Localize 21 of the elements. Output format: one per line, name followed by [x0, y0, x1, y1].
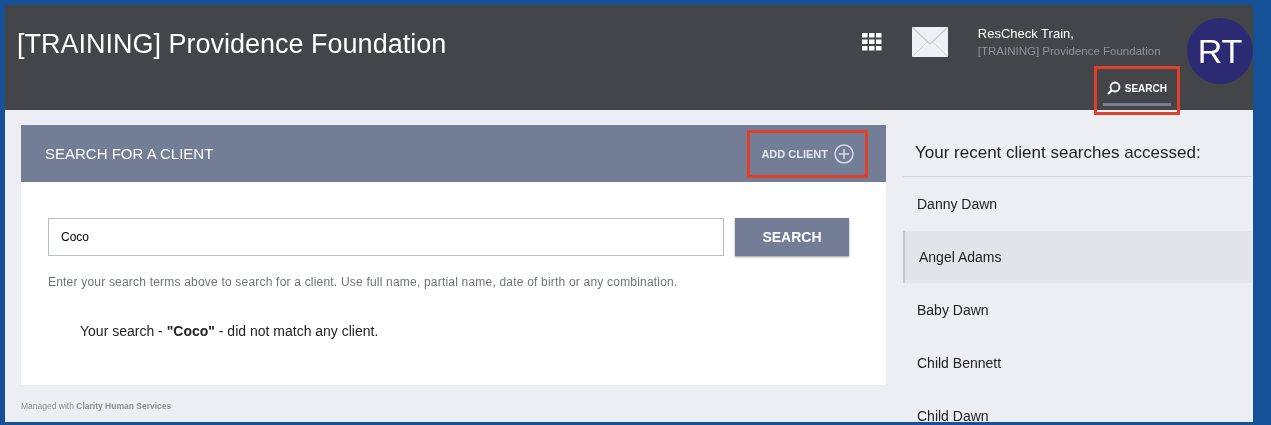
no-results-message: Your search - "Coco" - did not match any client. — [80, 323, 380, 339]
panel-title: SEARCH FOR A CLIENT — [45, 145, 214, 162]
recent-client-item[interactable]: Angel Adams — [903, 231, 1252, 283]
envelope-icon[interactable] — [911, 27, 948, 57]
search-field[interactable]: Coco — [48, 218, 724, 256]
apps-grid-icon[interactable] — [861, 33, 882, 51]
plus-circle-icon — [834, 143, 854, 164]
footer-text: Managed with Clarity Human Services — [21, 401, 173, 411]
recent-client-item[interactable]: Danny Dawn — [903, 178, 1252, 230]
recent-client-item[interactable]: Baby Dawn — [903, 284, 1252, 336]
user-organization: [TRAINING] Providence Foundation — [977, 45, 1161, 57]
recent-client-item[interactable]: Child Bennett — [903, 337, 1252, 389]
search-button[interactable]: SEARCH — [735, 218, 849, 256]
recent-searches-heading: Your recent client searches accessed: — [903, 125, 1252, 177]
search-tab[interactable]: SEARCH — [1102, 75, 1171, 106]
recent-client-item[interactable]: Child Dawn — [903, 390, 1252, 422]
user-avatar[interactable]: RT — [1187, 18, 1253, 84]
user-name: ResCheck Train, — [977, 26, 1074, 41]
app-title: [TRAINING] Providence Foundation — [16, 28, 447, 61]
search-icon — [1106, 81, 1121, 95]
search-hint: Enter your search terms above to search for a client. Use full name, partial name, date of birth or any combination. — [48, 275, 679, 289]
